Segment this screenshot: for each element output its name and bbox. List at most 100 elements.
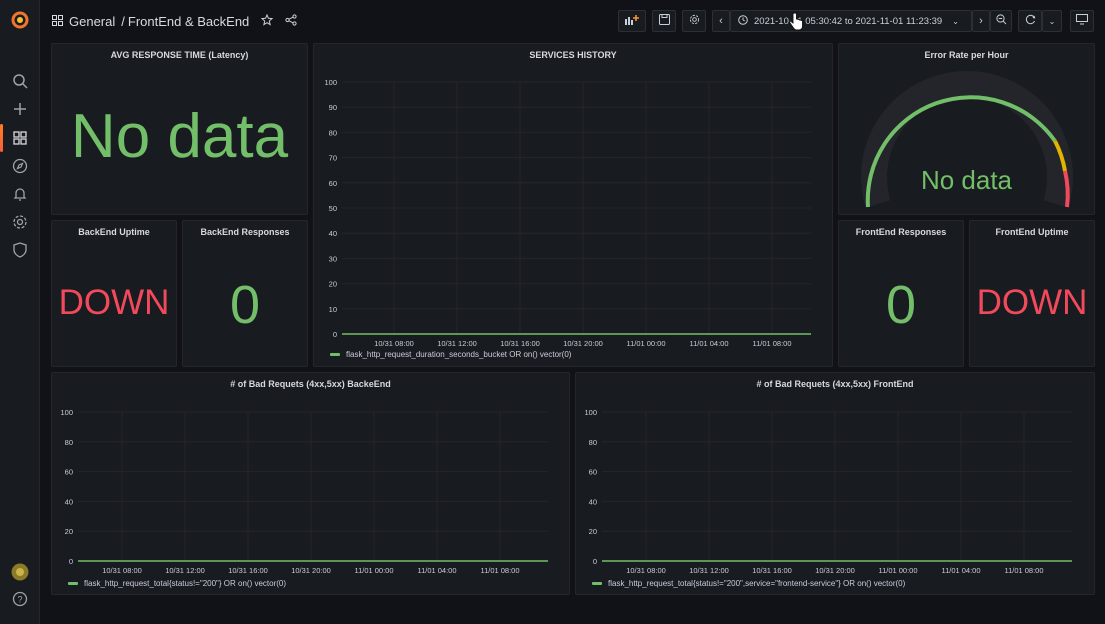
chart-legend[interactable]: flask_http_request_duration_seconds_buck… [330, 350, 571, 359]
y-tick-label: 100 [60, 408, 73, 417]
legend-swatch [592, 582, 602, 585]
refresh-button[interactable] [1018, 10, 1042, 32]
add-panel-button[interactable] [618, 10, 646, 32]
breadcrumb: General / FrontEnd & BackEnd [52, 12, 297, 30]
chart-legend[interactable]: flask_http_request_total{status!="200"} … [68, 579, 286, 588]
chevron-right-icon: › [979, 15, 983, 27]
y-tick-label: 0 [69, 557, 73, 566]
star-icon[interactable] [261, 13, 274, 29]
bad-requests-backend-chart: 100 80 60 40 20 0 10/31 08:00 10/31 12:00 10/31 … [60, 408, 548, 575]
y-tick-label: 70 [329, 154, 337, 163]
bad-requests-frontend-chart: 100 80 60 40 20 0 10/31 08:00 10/31 12:00 10/31 … [584, 408, 1072, 575]
y-tick-label: 80 [589, 438, 597, 447]
x-tick-label: 10/31 08:00 [102, 566, 142, 575]
y-tick-label: 40 [65, 497, 73, 506]
breadcrumb-separator: / [121, 13, 125, 29]
panel-title: FrontEnd Responses [855, 227, 947, 237]
gear-icon[interactable] [10, 212, 30, 232]
avatar[interactable] [10, 562, 30, 582]
shield-icon[interactable] [10, 240, 30, 260]
chevron-down-icon: ⌄ [1048, 16, 1056, 26]
zoom-out-icon [995, 14, 1007, 28]
panel-title: AVG RESPONSE TIME (Latency) [110, 50, 249, 60]
dashboard-title[interactable]: FrontEnd & BackEnd [128, 14, 249, 29]
y-tick-label: 40 [329, 229, 337, 238]
refresh-interval-dropdown[interactable]: ⌄ [1042, 10, 1062, 32]
y-tick-label: 100 [324, 78, 337, 87]
panel-avg-response-time[interactable]: AVG RESPONSE TIME (Latency) No data [51, 43, 308, 215]
time-shift-forward-button[interactable]: › [972, 10, 990, 32]
backend-uptime-value: DOWN [58, 283, 170, 322]
frontend-responses-value: 0 [885, 275, 917, 335]
save-dashboard-button[interactable] [652, 10, 676, 32]
add-panel-icon [624, 14, 640, 29]
panel-frontend-uptime[interactable]: FrontEnd Uptime DOWN [969, 220, 1095, 367]
dashboard-settings-button[interactable] [682, 10, 706, 32]
legend-label: flask_http_request_duration_seconds_buck… [346, 350, 572, 359]
chevron-down-icon: ⌄ [952, 16, 959, 26]
legend-label: flask_http_request_total{status!="200"} … [84, 579, 287, 588]
x-tick-label: 11/01 04:00 [941, 566, 980, 575]
y-tick-label: 0 [593, 557, 597, 566]
y-tick-label: 100 [584, 408, 597, 417]
x-tick-label: 10/31 16:00 [500, 339, 540, 348]
chart-legend[interactable]: flask_http_request_total{status!="200",s… [592, 579, 905, 588]
refresh-icon [1025, 14, 1036, 28]
plus-icon[interactable] [10, 99, 30, 119]
y-tick-label: 60 [329, 179, 337, 188]
y-tick-label: 20 [65, 527, 73, 536]
x-tick-label: 10/31 16:00 [752, 566, 792, 575]
grafana-logo-icon[interactable] [10, 10, 30, 30]
monitor-icon [1076, 14, 1088, 28]
backend-responses-value: 0 [229, 275, 261, 335]
y-tick-label: 20 [329, 280, 337, 289]
breadcrumb-folder[interactable]: General [69, 14, 115, 29]
top-navbar: General / FrontEnd & BackEnd ‹ 2021-10-3… [40, 0, 1105, 42]
panel-bad-requests-backend[interactable]: # of Bad Requets (4xx,5xx) BackeEnd 100 8… [51, 372, 570, 595]
y-tick-label: 40 [589, 497, 597, 506]
sidebar: ? [0, 0, 40, 624]
panel-bad-requests-frontend[interactable]: # of Bad Requets (4xx,5xx) FrontEnd 100 8… [575, 372, 1095, 595]
x-tick-label: 11/01 00:00 [354, 566, 393, 575]
panel-backend-responses[interactable]: BackEnd Responses 0 [182, 220, 308, 367]
bell-icon[interactable] [10, 184, 30, 204]
time-shift-back-button[interactable]: ‹ [712, 10, 730, 32]
y-tick-label: 30 [329, 254, 337, 263]
x-tick-label: 11/01 08:00 [480, 566, 519, 575]
x-tick-label: 10/31 12:00 [165, 566, 205, 575]
share-icon[interactable] [285, 13, 297, 29]
explore-compass-icon[interactable] [10, 156, 30, 176]
dashboard-grid-icon [52, 14, 63, 29]
x-tick-label: 11/01 00:00 [878, 566, 917, 575]
panel-services-history[interactable]: SERVICES HISTORY 100 90 80 70 60 50 40 30 20 10 0 1… [313, 43, 833, 367]
y-tick-label: 0 [333, 330, 337, 339]
y-tick-label: 80 [329, 128, 337, 137]
time-range-picker[interactable]: 2021-10-31 05:30:42 to 2021-11-01 11:23:… [730, 10, 972, 32]
view-mode-button[interactable] [1070, 10, 1094, 32]
zoom-out-button[interactable] [990, 10, 1012, 32]
dashboards-icon[interactable] [10, 128, 30, 148]
panel-title: # of Bad Requets (4xx,5xx) FrontEnd [756, 379, 914, 389]
panel-error-rate[interactable]: Error Rate per Hour No data [838, 43, 1095, 215]
chevron-left-icon: ‹ [719, 15, 723, 27]
panel-frontend-responses[interactable]: FrontEnd Responses 0 [838, 220, 964, 367]
no-data-value: No data [70, 102, 289, 171]
x-tick-label: 11/01 00:00 [626, 339, 665, 348]
services-history-chart: 100908070605040302010010/31 08:00 10/31 1… [324, 78, 811, 348]
x-tick-label: 11/01 08:00 [752, 339, 791, 348]
sidebar-active-indicator [0, 124, 3, 152]
x-tick-label: 10/31 12:00 [437, 339, 477, 348]
panel-backend-uptime[interactable]: BackEnd Uptime DOWN [51, 220, 177, 367]
x-tick-label: 10/31 12:00 [689, 566, 729, 575]
x-tick-label: 11/01 08:00 [1004, 566, 1043, 575]
y-tick-label: 90 [329, 103, 337, 112]
legend-label: flask_http_request_total{status!="200",s… [608, 579, 906, 588]
x-tick-label: 10/31 08:00 [626, 566, 666, 575]
x-tick-label: 10/31 20:00 [815, 566, 855, 575]
panel-title: # of Bad Requets (4xx,5xx) BackeEnd [230, 379, 391, 389]
x-tick-label: 11/01 04:00 [689, 339, 728, 348]
help-icon[interactable]: ? [10, 589, 30, 609]
y-tick-label: 10 [329, 305, 337, 314]
frontend-uptime-value: DOWN [976, 283, 1088, 322]
search-icon[interactable] [10, 71, 30, 91]
